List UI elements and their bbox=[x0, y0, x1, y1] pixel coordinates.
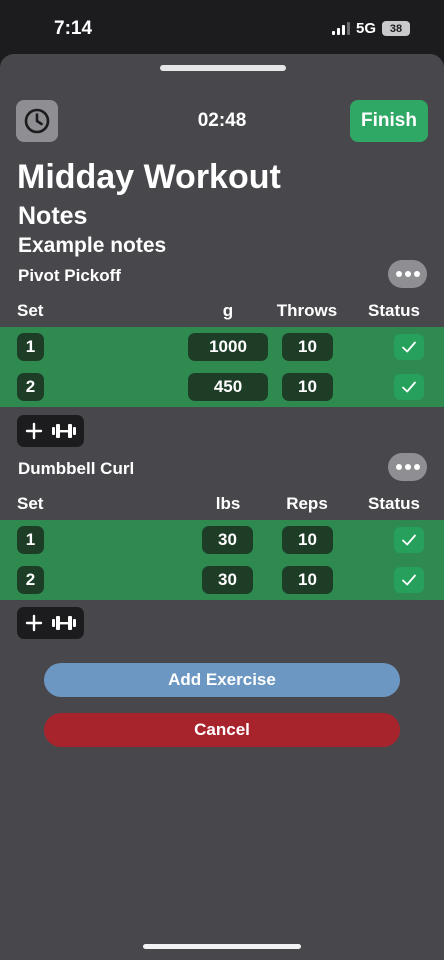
dumbbell-icon bbox=[51, 616, 76, 630]
battery-icon: 38 bbox=[382, 21, 410, 36]
complete-toggle[interactable] bbox=[394, 567, 424, 593]
set-row: 1 1000 10 bbox=[0, 327, 444, 367]
exercise-name: Pivot Pickoff bbox=[18, 266, 121, 285]
workout-title: Midday Workout bbox=[17, 158, 281, 196]
add-set-button[interactable] bbox=[17, 607, 84, 639]
column-header-weight: g bbox=[222, 301, 234, 320]
set-row: 2 30 10 bbox=[0, 560, 444, 600]
notes-heading: Notes bbox=[18, 202, 88, 230]
column-header-count: Reps bbox=[286, 494, 328, 513]
exercise-more-button[interactable] bbox=[388, 260, 427, 288]
checkmark-icon bbox=[402, 574, 416, 586]
status-time: 7:14 bbox=[54, 18, 93, 39]
network-type: 5G bbox=[355, 20, 376, 37]
dumbbell-icon bbox=[51, 424, 76, 438]
sheet-grabber[interactable] bbox=[160, 65, 286, 71]
column-header-status: Status bbox=[368, 494, 420, 513]
signal-icon bbox=[331, 22, 350, 35]
count-input[interactable]: 10 bbox=[282, 526, 333, 554]
complete-toggle[interactable] bbox=[394, 374, 424, 400]
cancel-button[interactable]: Cancel bbox=[44, 713, 400, 747]
set-row: 1 30 10 bbox=[0, 520, 444, 560]
column-header-count: Throws bbox=[276, 301, 338, 320]
checkmark-icon bbox=[402, 341, 416, 353]
ellipsis-icon bbox=[395, 464, 402, 470]
checkmark-icon bbox=[402, 534, 416, 546]
count-input[interactable]: 10 bbox=[282, 333, 333, 361]
checkmark-icon bbox=[402, 381, 416, 393]
workout-sheet: 02:48 Finish Midday Workout Notes Exampl… bbox=[0, 54, 444, 960]
count-input[interactable]: 10 bbox=[282, 373, 333, 401]
complete-toggle[interactable] bbox=[394, 334, 424, 360]
weight-input[interactable]: 450 bbox=[188, 373, 268, 401]
set-number[interactable]: 1 bbox=[17, 526, 44, 554]
column-header-set: Set bbox=[17, 494, 44, 513]
add-exercise-button[interactable]: Add Exercise bbox=[44, 663, 400, 697]
finish-button[interactable]: Finish bbox=[350, 100, 428, 142]
weight-input[interactable]: 30 bbox=[202, 526, 253, 554]
add-set-button[interactable] bbox=[17, 415, 84, 447]
column-header-weight: lbs bbox=[215, 494, 241, 513]
weight-input[interactable]: 30 bbox=[202, 566, 253, 594]
count-input[interactable]: 10 bbox=[282, 566, 333, 594]
set-row: 2 450 10 bbox=[0, 367, 444, 407]
notes-text[interactable]: Example notes bbox=[18, 234, 166, 258]
status-bar: 7:14 5G 38 bbox=[0, 0, 444, 56]
plus-icon bbox=[25, 614, 42, 632]
set-number[interactable]: 2 bbox=[17, 566, 44, 594]
column-header-status: Status bbox=[368, 301, 420, 320]
complete-toggle[interactable] bbox=[394, 527, 424, 553]
set-number[interactable]: 1 bbox=[17, 333, 44, 361]
home-indicator bbox=[143, 944, 301, 949]
exercise-name: Dumbbell Curl bbox=[18, 459, 135, 478]
status-indicators: 5G 38 bbox=[331, 20, 410, 37]
plus-icon bbox=[25, 422, 42, 440]
weight-input[interactable]: 1000 bbox=[188, 333, 268, 361]
column-header-set: Set bbox=[17, 301, 44, 320]
set-number[interactable]: 2 bbox=[17, 373, 44, 401]
exercise-more-button[interactable] bbox=[388, 453, 427, 481]
ellipsis-icon bbox=[395, 271, 402, 277]
